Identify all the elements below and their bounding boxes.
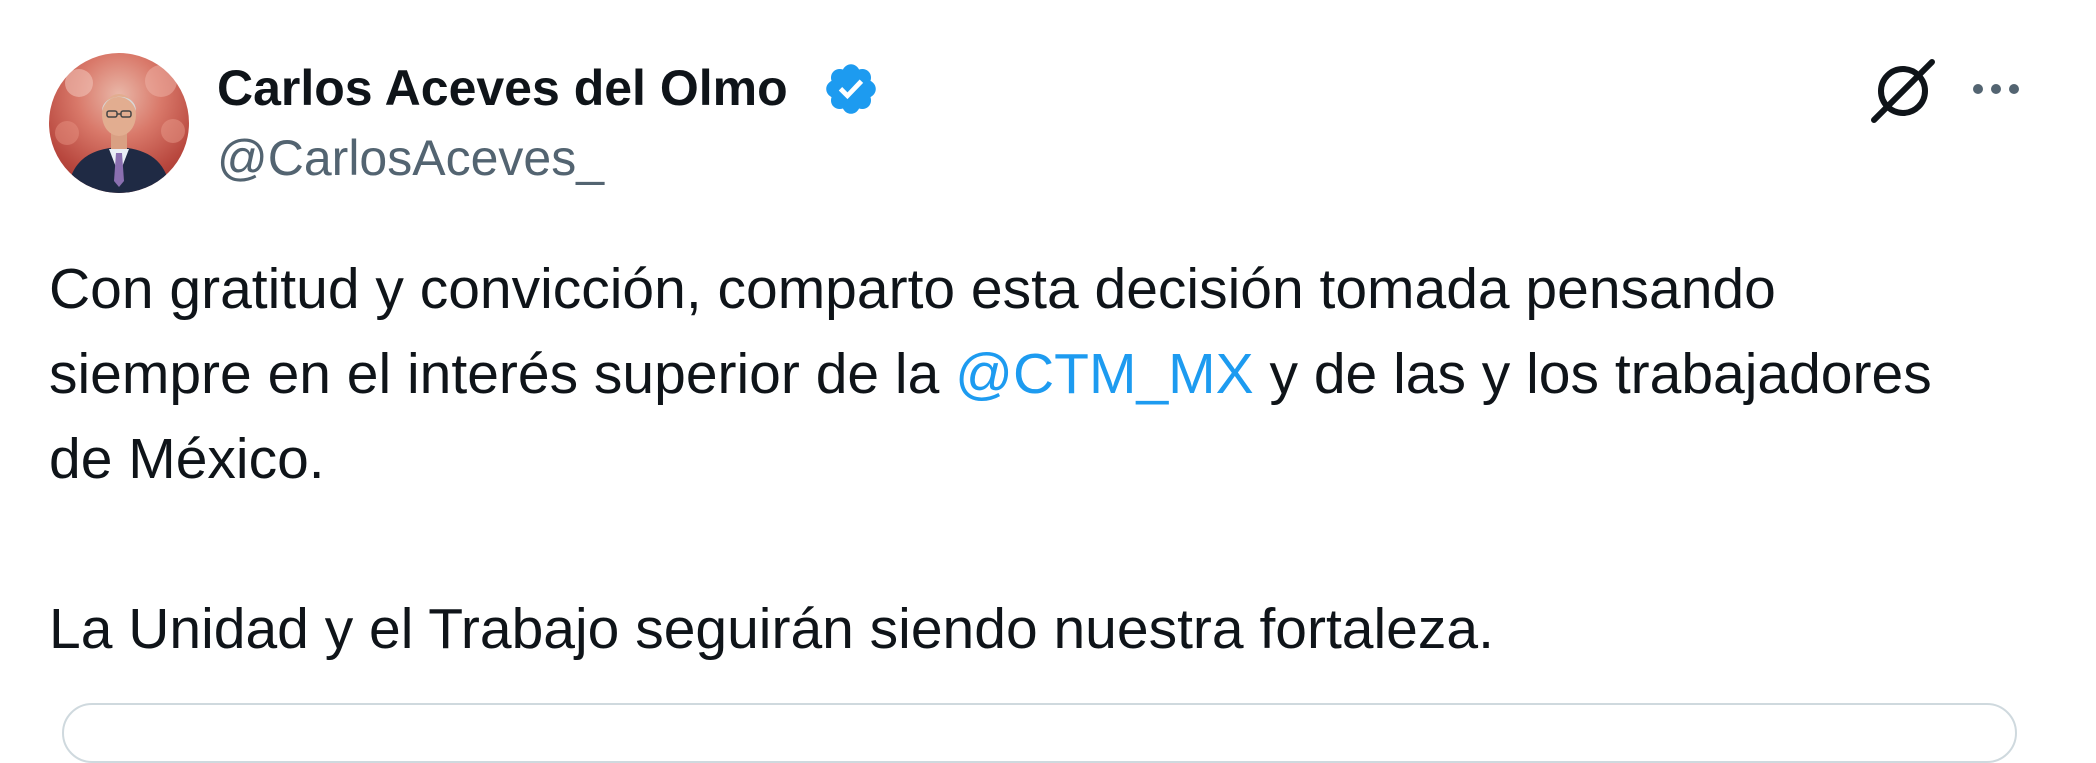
tweet-text-segment: La Unidad y el Trabajo seguirán siendo n…: [49, 597, 1494, 661]
avatar[interactable]: [49, 53, 189, 193]
verified-badge-icon[interactable]: [822, 60, 880, 118]
tweet-text: Con gratitud y convicción, comparto esta…: [49, 247, 2059, 672]
author-handle[interactable]: @CarlosAceves_: [217, 128, 604, 188]
author-display-name[interactable]: Carlos Aceves del Olmo: [217, 58, 788, 118]
tweet-text-segment: Con gratitud y convicción, comparto esta…: [49, 257, 1776, 321]
tweet-card[interactable]: Carlos Aceves del Olmo @CarlosAceves_ Co…: [0, 0, 2096, 763]
tweet-text-segment: de México.: [49, 427, 325, 491]
tweet-line: Con gratitud y convicción, comparto esta…: [49, 247, 2059, 332]
avatar-photo: [55, 65, 185, 193]
more-horizontal-icon[interactable]: [1966, 66, 2026, 112]
tweet-line: siempre en el interés superior de la @CT…: [49, 332, 2059, 417]
mention-link[interactable]: @CTM_MX: [955, 342, 1254, 406]
tweet-line: de México.: [49, 417, 2059, 502]
tweet-text-segment: siempre en el interés superior de la: [49, 342, 956, 406]
media-card[interactable]: [62, 703, 2017, 763]
tweet-line: La Unidad y el Trabajo seguirán siendo n…: [49, 587, 2059, 672]
tweet-text-segment: y de las y los trabajadores: [1253, 342, 1932, 406]
grok-icon[interactable]: [1868, 58, 1938, 124]
